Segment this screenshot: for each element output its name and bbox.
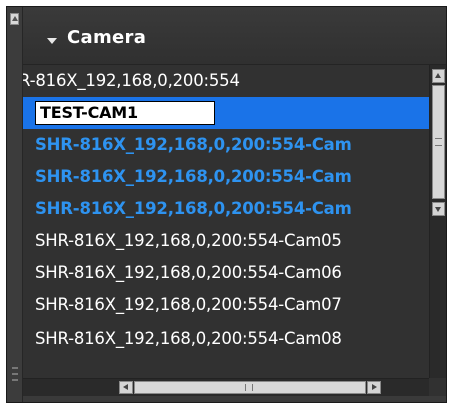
collapse-arrow-icon[interactable] [10,13,19,25]
list-item-label: SHR-816X_192,168,0,200:554-Cam [35,167,352,186]
list-item-label: SHR-816X_192,168,0,200:554-Cam08 [35,329,342,348]
rename-input[interactable]: TEST-CAM1 [35,101,215,125]
caret-down-icon[interactable] [47,38,57,44]
list-item[interactable]: SHR-816X_192,168,0,200:554-Cam07 [23,289,429,321]
horizontal-scroll-thumb[interactable] [134,381,366,394]
arrow-right-icon[interactable] [367,381,381,394]
camera-panel: Camera R-816X_192,168,0,200:554 TEST-CAM… [6,6,447,403]
list-item-label: SHR-816X_192,168,0,200:554-Cam06 [35,263,342,282]
list-item[interactable]: SHR-816X_192,168,0,200:554-Cam05 [23,225,429,257]
list-item-label: SHR-816X_192,168,0,200:554-Cam07 [35,295,342,314]
list-item-label: SHR-816X_192,168,0,200:554-Cam05 [35,231,342,250]
list-item-selected[interactable]: SHR-816X_192,168,0,200:554-Cam [23,129,429,161]
list-item[interactable]: R-816X_192,168,0,200:554 [23,65,429,97]
arrow-up-icon[interactable] [432,69,445,83]
panel-footer [23,396,446,402]
list-item-label: R-816X_192,168,0,200:554 [23,71,240,90]
list-item-selected[interactable]: SHR-816X_192,168,0,200:554-Cam [23,161,429,193]
window: Camera R-816X_192,168,0,200:554 TEST-CAM… [0,0,453,406]
list-item[interactable]: SHR-816X_192,168,0,200:554-Cam08 [23,323,429,355]
splitter-grip-icon[interactable] [12,367,18,381]
left-splitter[interactable] [7,7,23,402]
list-item-label: SHR-816X_192,168,0,200:554-Cam [35,199,352,218]
list-item-label: SHR-816X_192,168,0,200:554-Cam [35,135,352,154]
section-title: Camera [67,27,147,48]
vertical-scroll-thumb[interactable] [432,85,445,199]
vertical-scrollbar[interactable] [429,65,446,378]
camera-section-header[interactable]: Camera [23,7,446,65]
arrow-down-icon[interactable] [432,202,445,216]
list-item[interactable]: SHR-816X_192,168,0,200:554-Cam06 [23,257,429,289]
arrow-left-icon[interactable] [119,381,133,394]
camera-list[interactable]: R-816X_192,168,0,200:554 TEST-CAM1 SHR-8… [23,65,429,378]
horizontal-scrollbar[interactable] [23,378,429,396]
list-item-selected[interactable]: SHR-816X_192,168,0,200:554-Cam [23,193,429,225]
list-item-editing[interactable]: TEST-CAM1 [23,97,429,129]
